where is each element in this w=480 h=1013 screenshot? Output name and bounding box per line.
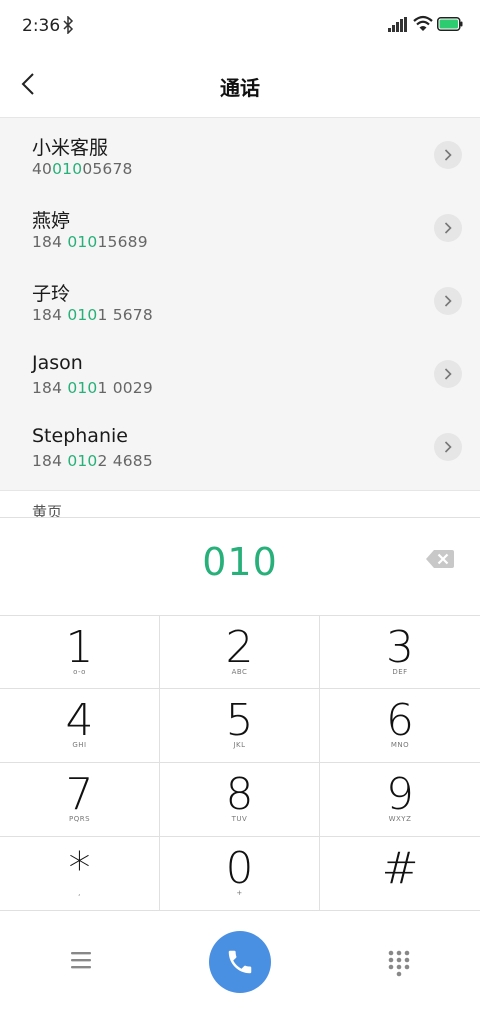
- contact-name: 小米客服: [32, 137, 109, 159]
- contact-name: Stephanie: [32, 425, 128, 447]
- key-hash[interactable]: #: [320, 837, 480, 911]
- chevron-right-icon: [444, 222, 452, 234]
- contact-row[interactable]: Jason 184 0101 0029: [0, 337, 480, 410]
- key-1[interactable]: 1 o-o: [0, 616, 160, 689]
- contact-detail-button[interactable]: [434, 433, 462, 461]
- battery-icon: [437, 17, 463, 31]
- key-8[interactable]: 8 TUV: [160, 763, 320, 837]
- contact-name: 子玲: [32, 283, 71, 305]
- status-bar: 2:36: [0, 0, 480, 52]
- bottom-action-bar: [0, 910, 480, 1013]
- chevron-right-icon: [444, 441, 452, 453]
- digits-display: 010: [0, 517, 480, 615]
- contact-number: 184 0101 5678: [32, 306, 153, 324]
- contact-detail-button[interactable]: [434, 287, 462, 315]
- dial-keypad: 1 o-o 2 ABC 3 DEF 4 GHI 5 JKL 6 MNO 7 PQRS 8 TUV…: [0, 615, 480, 911]
- contact-row[interactable]: 燕婷 184 01015689: [0, 191, 480, 264]
- contact-number: 184 0102 4685: [32, 452, 153, 470]
- yellowpages-label: 黄页: [32, 503, 63, 517]
- call-button[interactable]: [209, 931, 271, 993]
- contact-row[interactable]: 子玲 184 0101 5678: [0, 264, 480, 337]
- key-2[interactable]: 2 ABC: [160, 616, 320, 689]
- signal-icon: [388, 17, 407, 32]
- search-results-list: 小米客服 4001005678 燕婷 184 01015689 子玲 184 0…: [0, 117, 480, 490]
- menu-icon[interactable]: [68, 949, 94, 971]
- key-3[interactable]: 3 DEF: [320, 616, 480, 689]
- contact-detail-button[interactable]: [434, 360, 462, 388]
- key-5[interactable]: 5 JKL: [160, 689, 320, 763]
- key-0[interactable]: 0 +: [160, 837, 320, 911]
- key-9[interactable]: 9 WXYZ: [320, 763, 480, 837]
- contact-row[interactable]: Stephanie 184 0102 4685: [0, 410, 480, 483]
- key-4[interactable]: 4 GHI: [0, 689, 160, 763]
- contact-name: Jason: [32, 352, 83, 374]
- chevron-right-icon: [444, 149, 452, 161]
- contact-number: 184 01015689: [32, 233, 148, 251]
- contact-number: 184 0101 0029: [32, 379, 153, 397]
- phone-icon: [228, 950, 252, 974]
- dialed-number: 010: [202, 540, 278, 584]
- contact-detail-button[interactable]: [434, 141, 462, 169]
- contact-number: 4001005678: [32, 160, 133, 178]
- dialpad-icon[interactable]: [387, 949, 411, 977]
- status-time: 2:36: [22, 16, 61, 36]
- backspace-icon[interactable]: [425, 548, 455, 570]
- page-title: 通话: [220, 76, 260, 100]
- key-7[interactable]: 7 PQRS: [0, 763, 160, 837]
- key-6[interactable]: 6 MNO: [320, 689, 480, 763]
- bluetooth-icon: [63, 16, 74, 34]
- voicemail-label: o-o: [73, 668, 86, 676]
- contact-detail-button[interactable]: [434, 214, 462, 242]
- contact-row[interactable]: 小米客服 4001005678: [0, 118, 480, 191]
- wifi-icon: [413, 15, 433, 31]
- chevron-right-icon: [444, 368, 452, 380]
- key-star[interactable]: *,: [0, 837, 160, 911]
- header: 通话: [0, 52, 480, 116]
- chevron-right-icon: [444, 295, 452, 307]
- contact-name: 燕婷: [32, 210, 71, 232]
- yellowpages-section-header: 黄页: [0, 490, 480, 517]
